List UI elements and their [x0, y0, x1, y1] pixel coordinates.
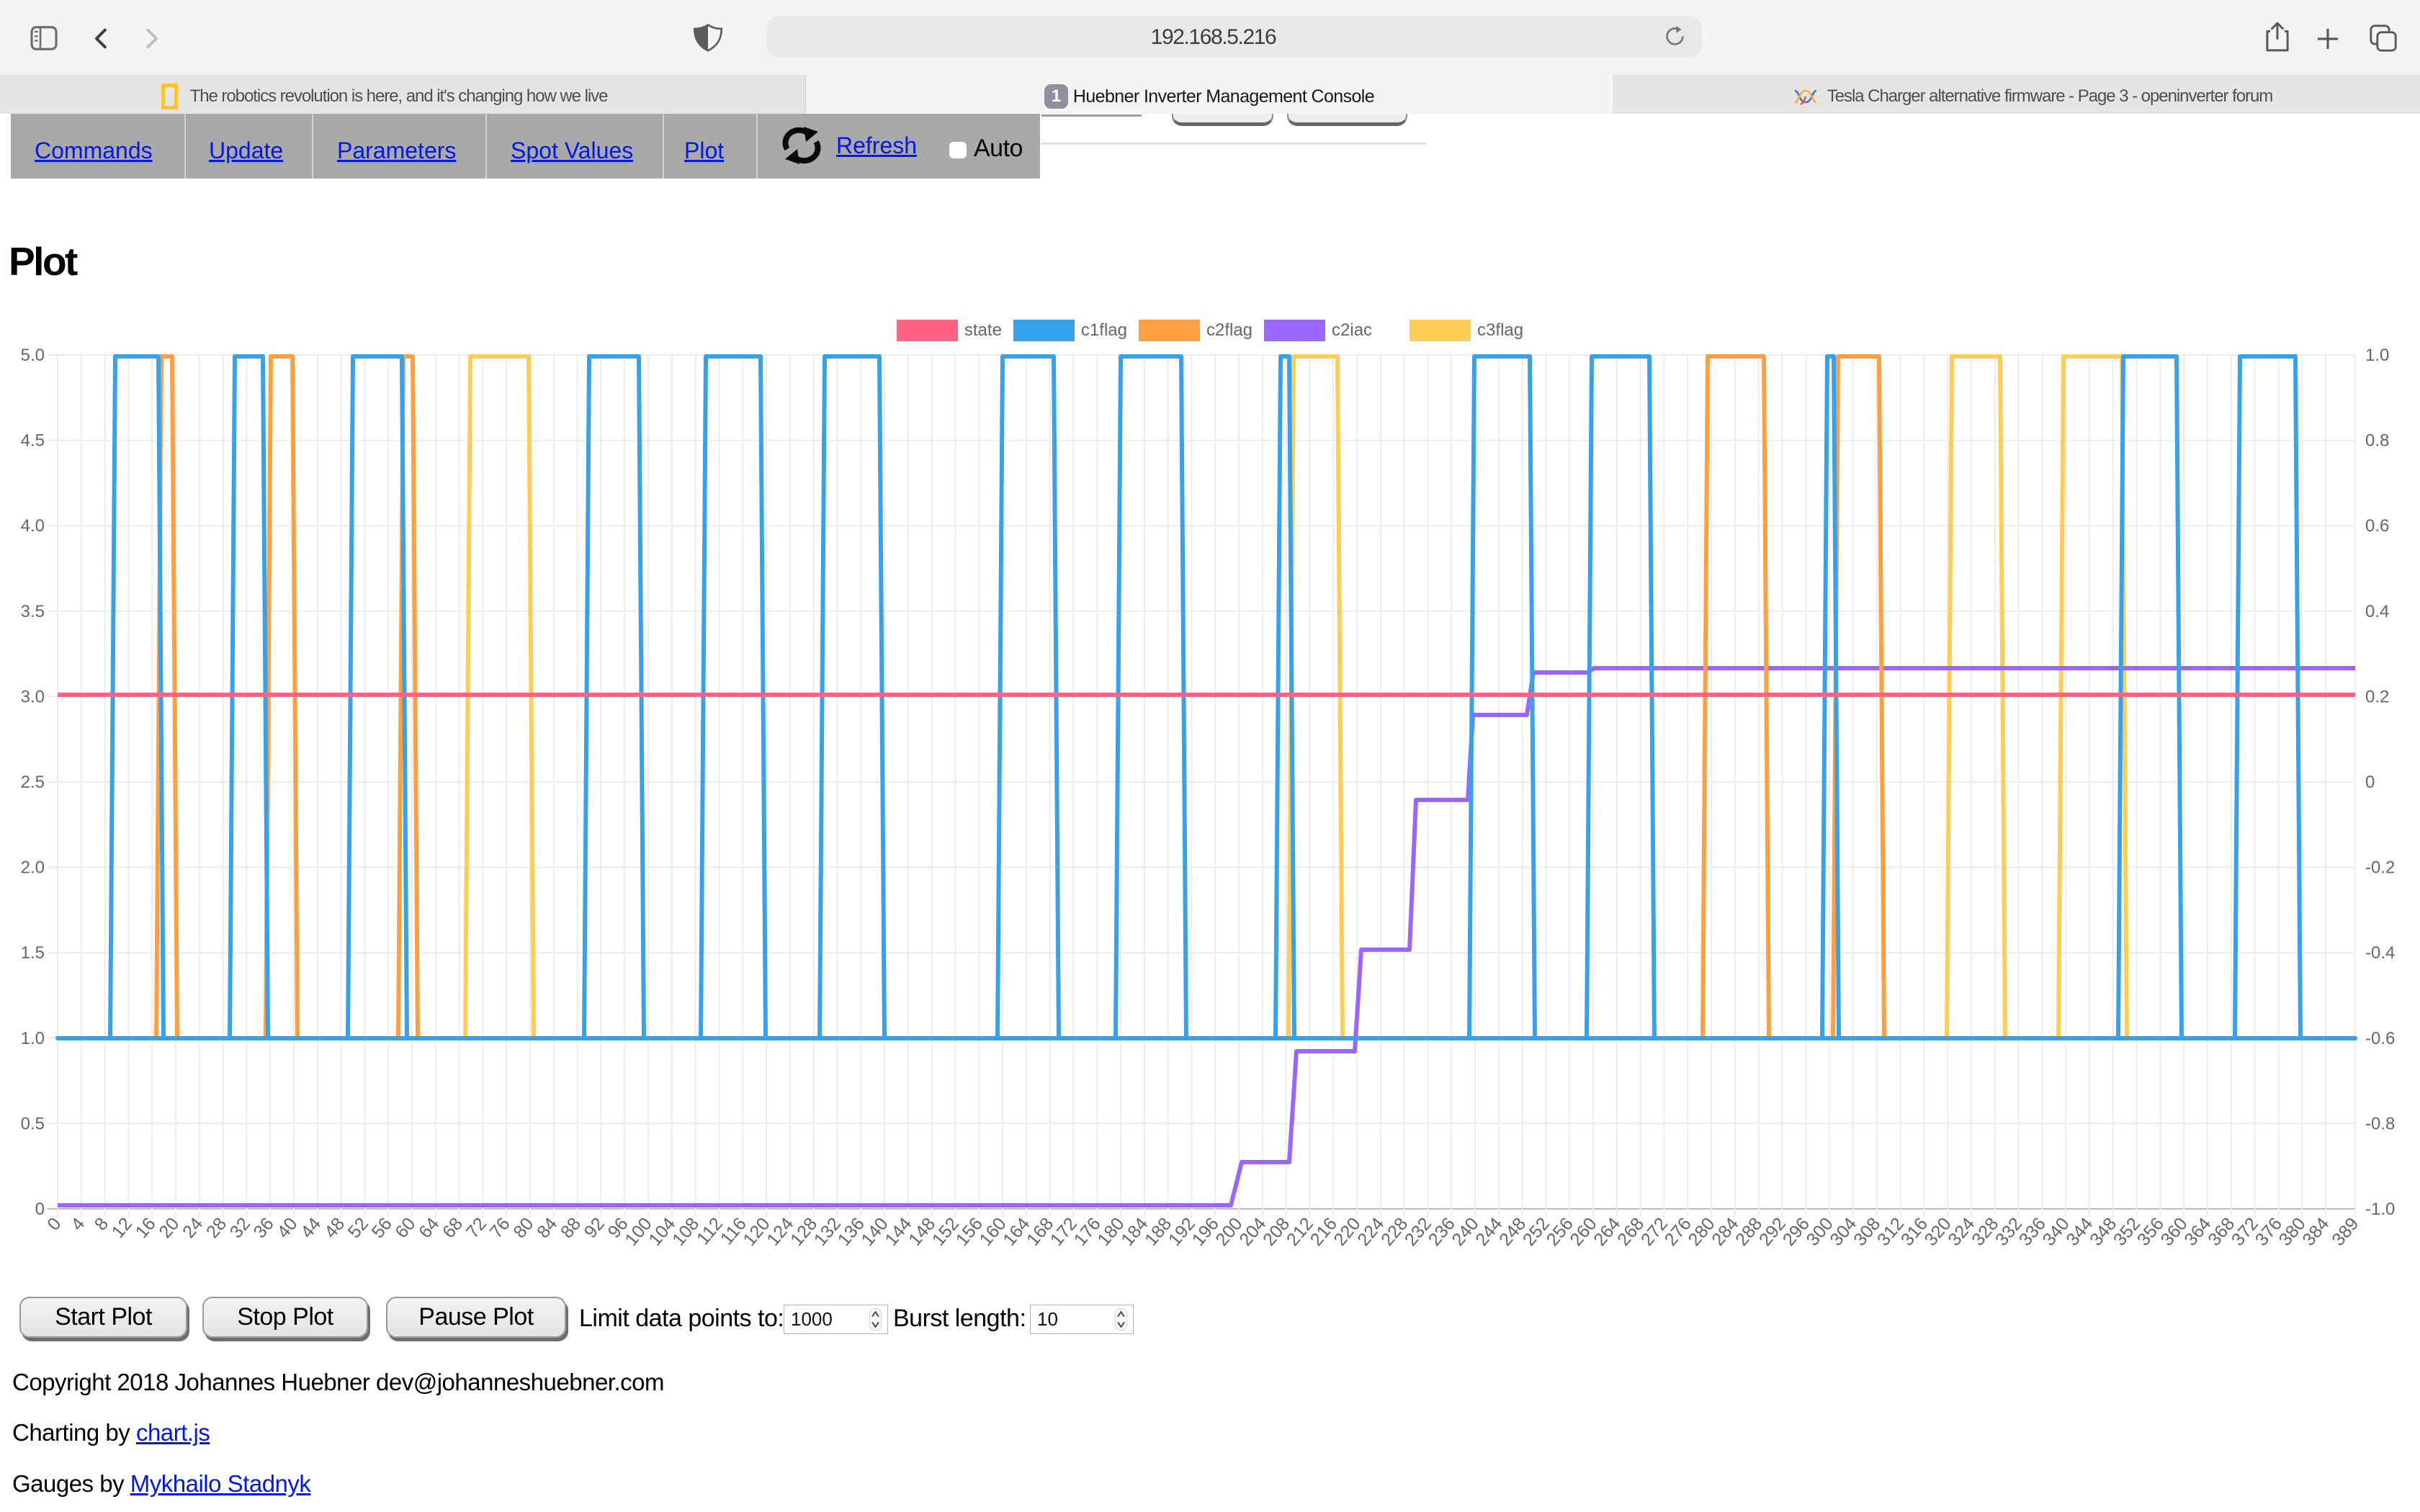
- svg-text:2.5: 2.5: [21, 773, 45, 792]
- svg-text:1.0: 1.0: [21, 1029, 45, 1048]
- svg-text:3.5: 3.5: [21, 602, 45, 621]
- svg-text:0.2: 0.2: [2365, 687, 2389, 706]
- svg-text:0.8: 0.8: [2365, 431, 2389, 451]
- svg-text:8: 8: [91, 1214, 112, 1235]
- svg-text:-0.4: -0.4: [2365, 943, 2395, 963]
- svg-text:5.0: 5.0: [21, 346, 45, 365]
- svg-text:0.6: 0.6: [2365, 516, 2389, 536]
- svg-text:-1.0: -1.0: [2365, 1200, 2395, 1219]
- svg-text:384: 384: [2298, 1214, 2333, 1250]
- svg-text:4.0: 4.0: [21, 516, 45, 536]
- svg-text:4.5: 4.5: [21, 431, 45, 451]
- svg-text:2.0: 2.0: [21, 858, 45, 878]
- svg-text:0.4: 0.4: [2365, 602, 2389, 621]
- svg-text:4: 4: [67, 1214, 89, 1235]
- svg-text:3.0: 3.0: [21, 687, 45, 706]
- svg-text:0: 0: [2365, 773, 2375, 792]
- svg-text:-0.8: -0.8: [2365, 1114, 2395, 1133]
- svg-text:1.0: 1.0: [2365, 346, 2389, 365]
- svg-text:0: 0: [35, 1200, 45, 1219]
- svg-text:0.5: 0.5: [21, 1114, 45, 1133]
- svg-text:-0.2: -0.2: [2365, 858, 2395, 878]
- svg-text:1.5: 1.5: [21, 943, 45, 963]
- svg-text:0: 0: [43, 1214, 65, 1235]
- svg-text:389: 389: [2328, 1214, 2362, 1250]
- svg-text:-0.6: -0.6: [2365, 1029, 2395, 1048]
